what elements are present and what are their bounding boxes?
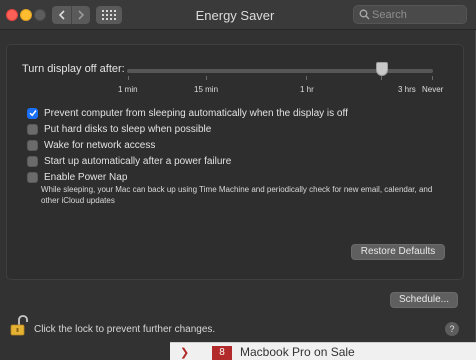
- lock-description: Click the lock to prevent further change…: [34, 324, 216, 335]
- background-text: Macbook Pro on Sale: [240, 345, 355, 359]
- lock-button[interactable]: [10, 315, 28, 342]
- slider-tick: [128, 76, 129, 80]
- tick-label-never: Never: [422, 85, 444, 94]
- close-window-button[interactable]: [6, 9, 18, 21]
- schedule-button[interactable]: Schedule...: [390, 292, 458, 308]
- chevron-left-icon: [58, 10, 65, 20]
- background-badge: 8: [212, 346, 232, 360]
- search-input[interactable]: [372, 7, 464, 23]
- zoom-window-button[interactable]: [34, 9, 46, 21]
- unlocked-padlock-icon: [10, 315, 28, 336]
- tick-label-3hrs: 3 hrs: [398, 85, 416, 94]
- power-nap-description: While sleeping, your Mac can back up usi…: [41, 185, 433, 205]
- grid-icon: [102, 10, 116, 20]
- slider-tick: [432, 76, 433, 80]
- back-button[interactable]: [52, 6, 71, 24]
- search-field[interactable]: [353, 5, 467, 24]
- tick-label-1hr: 1 hr: [300, 85, 314, 94]
- chevron-right-icon: ❯: [180, 347, 190, 359]
- tick-label-15min: 15 min: [194, 85, 219, 94]
- display-off-slider-knob[interactable]: [376, 62, 388, 76]
- prevent-sleep-label: Prevent computer from sleeping automatic…: [44, 107, 348, 119]
- forward-button[interactable]: [71, 6, 90, 24]
- navigation-buttons: [52, 6, 90, 24]
- checkmark-icon: [28, 110, 37, 117]
- power-nap-option[interactable]: Enable Power Nap: [27, 170, 127, 184]
- tick-label-1min: 1 min: [118, 85, 138, 94]
- title-bar: Energy Saver: [0, 0, 476, 30]
- slider-tick: [381, 76, 382, 80]
- restore-defaults-button[interactable]: Restore Defaults: [351, 244, 445, 260]
- chevron-right-icon: [77, 10, 84, 20]
- wake-network-option[interactable]: Wake for network access: [27, 138, 155, 152]
- search-icon: [359, 9, 370, 20]
- auto-startup-label: Start up automatically after a power fai…: [44, 155, 232, 167]
- hard-disk-sleep-label: Put hard disks to sleep when possible: [44, 123, 212, 135]
- power-nap-checkbox[interactable]: [27, 171, 38, 183]
- window-title: Energy Saver: [195, 8, 275, 23]
- prevent-sleep-checkbox[interactable]: [27, 107, 38, 119]
- wake-network-label: Wake for network access: [44, 139, 156, 151]
- power-nap-label: Enable Power Nap: [44, 171, 128, 183]
- wake-network-checkbox[interactable]: [27, 139, 38, 151]
- hard-disk-sleep-checkbox[interactable]: [27, 123, 38, 135]
- hard-disk-sleep-option[interactable]: Put hard disks to sleep when possible: [27, 122, 211, 136]
- background-window: ❯ 8 Macbook Pro on Sale: [170, 342, 476, 360]
- slider-tick: [206, 76, 207, 80]
- prevent-sleep-option[interactable]: Prevent computer from sleeping automatic…: [27, 106, 348, 120]
- energy-saver-window: Energy Saver Turn display off after: 1 m…: [0, 0, 476, 360]
- minimize-window-button[interactable]: [20, 9, 32, 21]
- help-button[interactable]: ?: [445, 322, 459, 336]
- settings-panel: Turn display off after: 1 min 15 min 1 h…: [6, 44, 464, 280]
- auto-startup-option[interactable]: Start up automatically after a power fai…: [27, 154, 231, 168]
- show-all-button[interactable]: [96, 6, 122, 24]
- display-off-label: Turn display off after:: [22, 63, 125, 75]
- slider-tick: [306, 76, 307, 80]
- auto-startup-checkbox[interactable]: [27, 155, 38, 167]
